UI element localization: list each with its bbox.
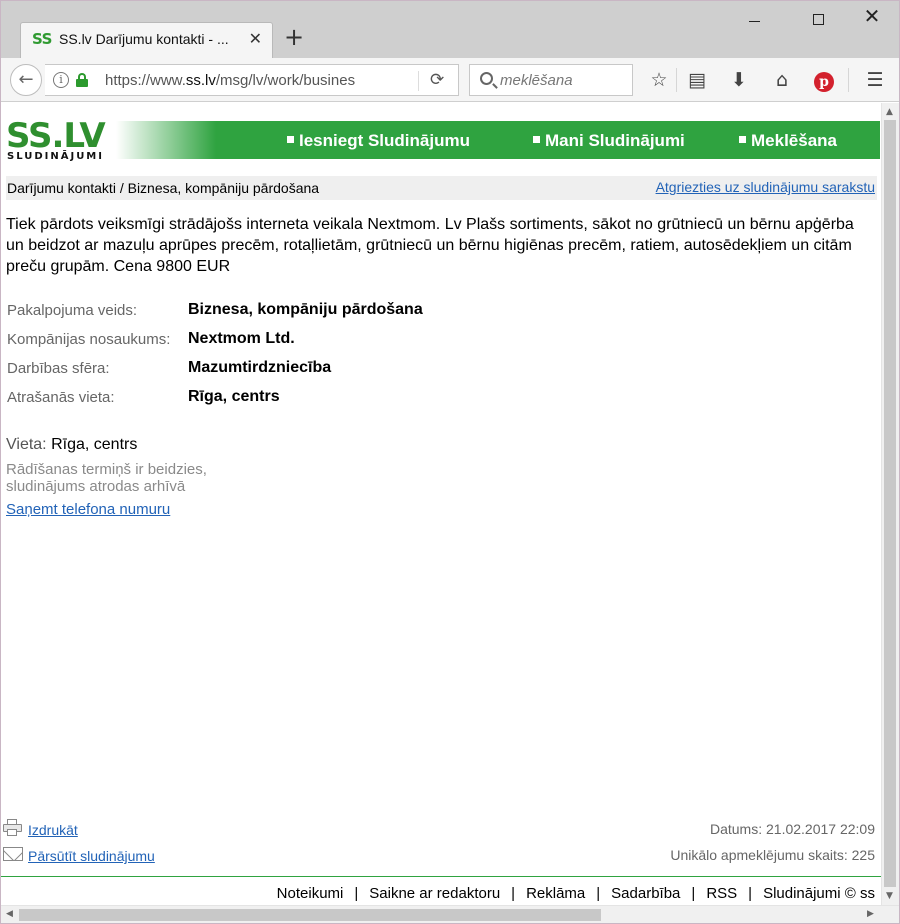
toolbar-divider [676, 68, 677, 92]
option-value: Biznesa, kompāniju pārdošana [188, 301, 423, 318]
footer-link-contact-editor[interactable]: Saikne ar redaktoru [369, 885, 500, 902]
ad-location: Vieta: Rīga, centrs [6, 436, 137, 454]
footer-separator: | [691, 885, 696, 902]
nav-submit-ad[interactable]: Iesniegt Sludinājumu [287, 131, 470, 151]
page-viewport: SS.LV SLUDINĀJUMI Iesniegt Sludinājumu M… [1, 103, 881, 905]
pinterest-icon[interactable]: p [812, 68, 836, 92]
expired-line: Rādīšanas termiņš ir beidzies, [6, 461, 207, 478]
toolbar-divider [848, 68, 849, 92]
get-phone-link[interactable]: Saņemt telefona numuru [6, 501, 170, 518]
footer-separator: | [748, 885, 753, 902]
footer-link-rules[interactable]: Noteikumi [277, 885, 344, 902]
option-label: Darbības sfēra: [7, 360, 110, 377]
minimize-button[interactable] [739, 7, 769, 33]
window-close-button[interactable]: ✕ [857, 4, 887, 30]
url-path: /msg/lv/work/busines [215, 72, 356, 89]
site-logo[interactable]: SS.LV [6, 119, 106, 153]
nav-search[interactable]: Meklēšana [739, 131, 837, 151]
nav-submit-ad-label: Iesniegt Sludinājumu [299, 131, 470, 150]
scroll-right-icon[interactable]: ▶ [867, 909, 874, 919]
footer-link-advertising[interactable]: Reklāma [526, 885, 585, 902]
ad-description: Tiek pārdots veiksmīgi strādājošs intern… [6, 216, 854, 275]
option-label: Pakalpojuma veids: [7, 302, 138, 319]
tab-active[interactable]: SS SS.lv Darījumu kontakti - ... ✕ [20, 22, 273, 58]
maximize-icon [812, 14, 824, 25]
scroll-left-icon[interactable]: ◀ [6, 909, 13, 919]
horizontal-scroll-thumb[interactable] [19, 909, 601, 921]
maximize-button[interactable] [803, 7, 833, 33]
url-text[interactable]: https://www.ss.lv/msg/lv/work/busines [105, 72, 417, 89]
ad-date: Datums: 21.02.2017 22:09 [709, 821, 875, 837]
expired-notice: Rādīšanas termiņš ir beidzies, sludināju… [6, 461, 266, 495]
lock-icon[interactable] [76, 73, 88, 87]
download-icon[interactable]: ⬇ [727, 68, 751, 92]
back-to-list-link[interactable]: Atgriezties uz sludinājumu sarakstu [656, 179, 875, 195]
search-input[interactable] [500, 70, 628, 90]
scroll-down-icon[interactable]: ▼ [886, 891, 893, 901]
nav-search-label: Meklēšana [751, 131, 837, 150]
tab-favicon: SS [32, 30, 52, 48]
ad-views: Unikālo apmeklējumu skaits: 225 [670, 847, 875, 863]
location-value: Rīga, centrs [51, 436, 138, 453]
footer-link-copyright[interactable]: Sludinājumi © ss [763, 885, 875, 902]
breadcrumb[interactable]: Darījumu kontakti / Biznesa, kompāniju p… [7, 180, 319, 196]
bullet-icon [287, 136, 294, 143]
home-icon[interactable]: ⌂ [770, 68, 794, 92]
info-icon[interactable]: i [53, 72, 69, 88]
close-tab-icon[interactable]: ✕ [249, 29, 262, 48]
minimize-icon [748, 20, 760, 22]
footer-link-cooperation[interactable]: Sadarbība [611, 885, 680, 902]
site-logo-subtitle: SLUDINĀJUMI [7, 151, 104, 162]
envelope-icon [3, 847, 23, 861]
footer-link-rss[interactable]: RSS [706, 885, 737, 902]
bullet-icon [533, 136, 540, 143]
printer-icon [3, 819, 22, 837]
option-label: Kompānijas nosaukums: [7, 331, 171, 348]
bullet-icon [739, 136, 746, 143]
footer-separator: | [596, 885, 601, 902]
url-separator [418, 71, 419, 91]
horizontal-scrollbar[interactable]: ◀ ▶ [1, 905, 899, 923]
reader-icon[interactable]: ▤ [685, 68, 709, 92]
expired-line: sludinājums atrodas arhīvā [6, 478, 186, 495]
search-icon [480, 72, 493, 85]
scroll-up-icon[interactable]: ▲ [886, 107, 893, 117]
tab-bar: SS SS.lv Darījumu kontakti - ... ✕ + ✕ [1, 1, 899, 58]
forward-link[interactable]: Pārsūtīt sludinājumu [28, 848, 155, 864]
tab-title: SS.lv Darījumu kontakti - ... [59, 31, 229, 47]
vertical-scrollbar[interactable]: ▲ ▼ [881, 103, 899, 905]
footer: Noteikumi | Saikne ar redaktoru | Reklāma | Sa… [277, 885, 875, 902]
back-button[interactable]: ← [10, 64, 42, 96]
location-label: Vieta: [6, 436, 47, 453]
footer-separator: | [354, 885, 359, 902]
menu-icon[interactable]: ☰ [863, 68, 887, 92]
option-value: Nextmom Ltd. [188, 330, 295, 347]
reload-icon[interactable]: ⟳ [430, 70, 444, 90]
navigation-bar: ← i https://www.ss.lv/msg/lv/work/busine… [1, 58, 899, 102]
url-host: ss.lv [185, 72, 216, 89]
option-value: Rīga, centrs [188, 388, 280, 405]
new-tab-button[interactable]: + [284, 25, 304, 49]
url-prefix: https://www. [105, 72, 186, 89]
print-link[interactable]: Izdrukāt [28, 822, 78, 838]
nav-my-ads[interactable]: Mani Sludinājumi [533, 131, 685, 151]
star-icon[interactable]: ☆ [647, 68, 671, 92]
option-value: Mazumtirdzniecība [188, 359, 332, 376]
browser-window: SS SS.lv Darījumu kontakti - ... ✕ + ✕ ←… [0, 0, 900, 924]
nav-my-ads-label: Mani Sludinājumi [545, 131, 685, 150]
footer-divider [1, 876, 881, 877]
search-bar[interactable] [469, 64, 633, 96]
url-bar[interactable]: i https://www.ss.lv/msg/lv/work/busines … [45, 64, 459, 96]
footer-separator: | [511, 885, 516, 902]
vertical-scroll-thumb[interactable] [884, 120, 896, 887]
option-label: Atrašanās vieta: [7, 389, 115, 406]
breadcrumb-bar: Darījumu kontakti / Biznesa, kompāniju p… [6, 176, 877, 200]
site-header: SS.LV SLUDINĀJUMI Iesniegt Sludinājumu M… [6, 119, 880, 162]
